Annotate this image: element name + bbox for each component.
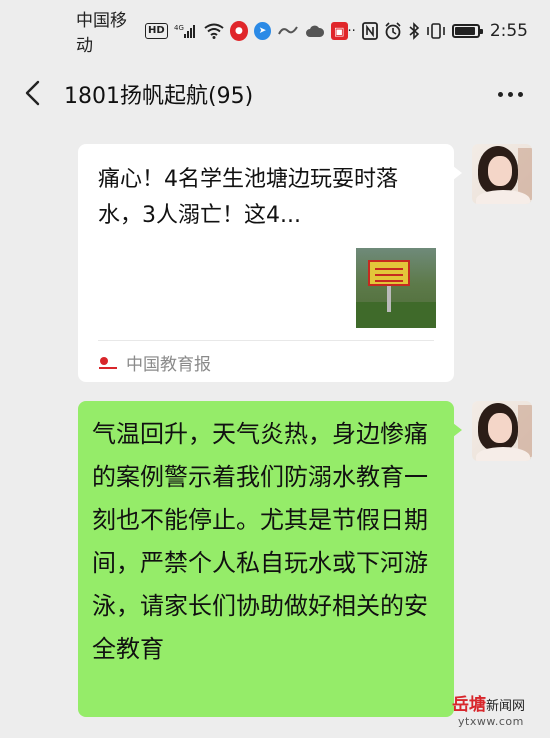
alarm-icon bbox=[384, 22, 402, 40]
back-button[interactable] bbox=[16, 76, 50, 110]
more-dots-icon bbox=[497, 91, 503, 97]
source-name: 中国教育报 bbox=[126, 355, 211, 375]
avatar-face bbox=[488, 413, 512, 443]
chevron-left-icon bbox=[25, 80, 40, 106]
app-notification-icon: ▣ bbox=[330, 22, 348, 40]
sender-avatar[interactable] bbox=[472, 401, 532, 461]
sender-avatar[interactable] bbox=[472, 144, 532, 204]
text-message-bubble[interactable]: 气温回升，天气炎热，身边惨痛的案例警示着我们防溺水教育一刻也不能停止。尤其是节假… bbox=[78, 401, 462, 717]
battery-level bbox=[454, 27, 475, 35]
watermark-logo: 岳塘新闻网 ytxww.com bbox=[452, 690, 548, 736]
chat-header: 1801扬帆起航(95) bbox=[0, 62, 550, 124]
watermark-name-big: 岳塘 bbox=[452, 695, 486, 715]
telegram-icon: ➤ bbox=[254, 22, 271, 40]
more-button[interactable] bbox=[490, 80, 530, 108]
battery-icon bbox=[451, 24, 483, 38]
watermark-name: 岳塘新闻网 bbox=[452, 690, 548, 715]
source-logo-icon bbox=[98, 355, 118, 371]
sign-line bbox=[375, 268, 403, 270]
app-notification-icon: ● bbox=[229, 21, 249, 41]
text-message: 气温回升，天气炎热，身边惨痛的案例警示着我们防溺水教育一刻也不能停止。尤其是节假… bbox=[92, 420, 428, 663]
bluetooth-icon bbox=[408, 22, 420, 40]
avatar-shoulder bbox=[476, 447, 530, 461]
status-time: 2:55 bbox=[489, 21, 528, 41]
link-card-source: 中国教育报 bbox=[98, 350, 211, 375]
hd-icon: HD bbox=[145, 23, 168, 39]
nfc-icon bbox=[361, 22, 378, 40]
watermark-name-small: 新闻网 bbox=[486, 699, 526, 714]
app-notification-icon bbox=[277, 24, 299, 38]
vibrate-icon bbox=[426, 22, 446, 40]
network-type: 4G bbox=[174, 24, 184, 32]
avatar-shoulder bbox=[476, 190, 530, 204]
more-dot bbox=[517, 91, 523, 97]
more-dot bbox=[507, 91, 513, 97]
link-card-thumbnail bbox=[356, 248, 436, 328]
card-divider bbox=[98, 340, 434, 341]
status-bar: 中国移动 HD 4G ● ➤ ▣ ·· 2:55 bbox=[0, 0, 550, 62]
cloud-icon bbox=[305, 24, 325, 38]
more-notifications-icon: ·· bbox=[347, 23, 356, 39]
thumb-warning-sign bbox=[368, 260, 410, 286]
link-card-title: 痛心！4名学生池塘边玩耍时落水，3人溺亡！这4... bbox=[98, 167, 398, 228]
sign-line bbox=[375, 280, 403, 282]
status-right: ·· 2:55 bbox=[348, 21, 528, 41]
thumb-post bbox=[387, 286, 391, 312]
status-left: 中国移动 HD 4G ● ➤ ▣ bbox=[76, 6, 348, 56]
carrier-name: 中国移动 bbox=[76, 11, 127, 56]
avatar-face bbox=[488, 156, 512, 186]
link-card-message[interactable]: 痛心！4名学生池塘边玩耍时落水，3人溺亡！这4... 中国教育报 bbox=[78, 144, 462, 382]
signal-icon: 4G bbox=[174, 23, 198, 39]
watermark-url: ytxww.com bbox=[458, 715, 524, 728]
sign-line bbox=[375, 274, 403, 276]
wifi-icon bbox=[204, 23, 224, 39]
chat-title: 1801扬帆起航(95) bbox=[64, 84, 254, 109]
thumb-grass bbox=[356, 302, 436, 328]
